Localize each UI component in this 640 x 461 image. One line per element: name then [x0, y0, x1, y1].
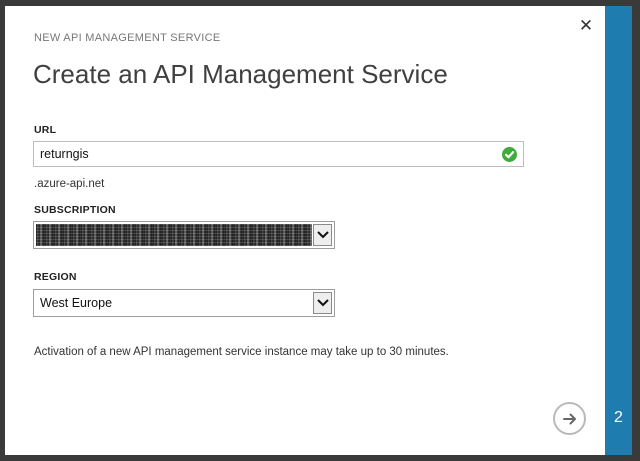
region-select[interactable]: West Europe [33, 289, 335, 317]
dialog-eyebrow: NEW API MANAGEMENT SERVICE [34, 32, 221, 44]
redacted-subscription-value [36, 224, 312, 246]
chevron-down-icon[interactable] [313, 292, 332, 314]
create-service-dialog: NEW API MANAGEMENT SERVICE Create an API… [5, 6, 605, 455]
wizard-step-bar: 2 [605, 6, 632, 455]
close-icon: ✕ [578, 16, 594, 35]
chevron-down-icon[interactable] [313, 224, 332, 246]
region-select-value: West Europe [40, 296, 113, 310]
url-domain-suffix: .azure-api.net [34, 178, 105, 190]
activation-note: Activation of a new API management servi… [34, 346, 449, 358]
url-input[interactable]: returngis [33, 141, 524, 167]
dialog-title: Create an API Management Service [33, 59, 448, 89]
arrow-right-circle-icon [562, 413, 576, 425]
url-input-value: returngis [40, 147, 89, 161]
subscription-label: SUBSCRIPTION [34, 204, 116, 216]
check-circle-icon [502, 147, 517, 162]
subscription-select[interactable] [33, 221, 335, 249]
region-label: REGION [34, 271, 77, 283]
window-frame-bottom [0, 455, 640, 461]
next-button[interactable] [553, 402, 586, 435]
window-frame-right [632, 0, 640, 461]
step-number: 2 [614, 409, 623, 426]
url-label: URL [34, 124, 57, 136]
close-button[interactable]: ✕ [578, 17, 594, 35]
